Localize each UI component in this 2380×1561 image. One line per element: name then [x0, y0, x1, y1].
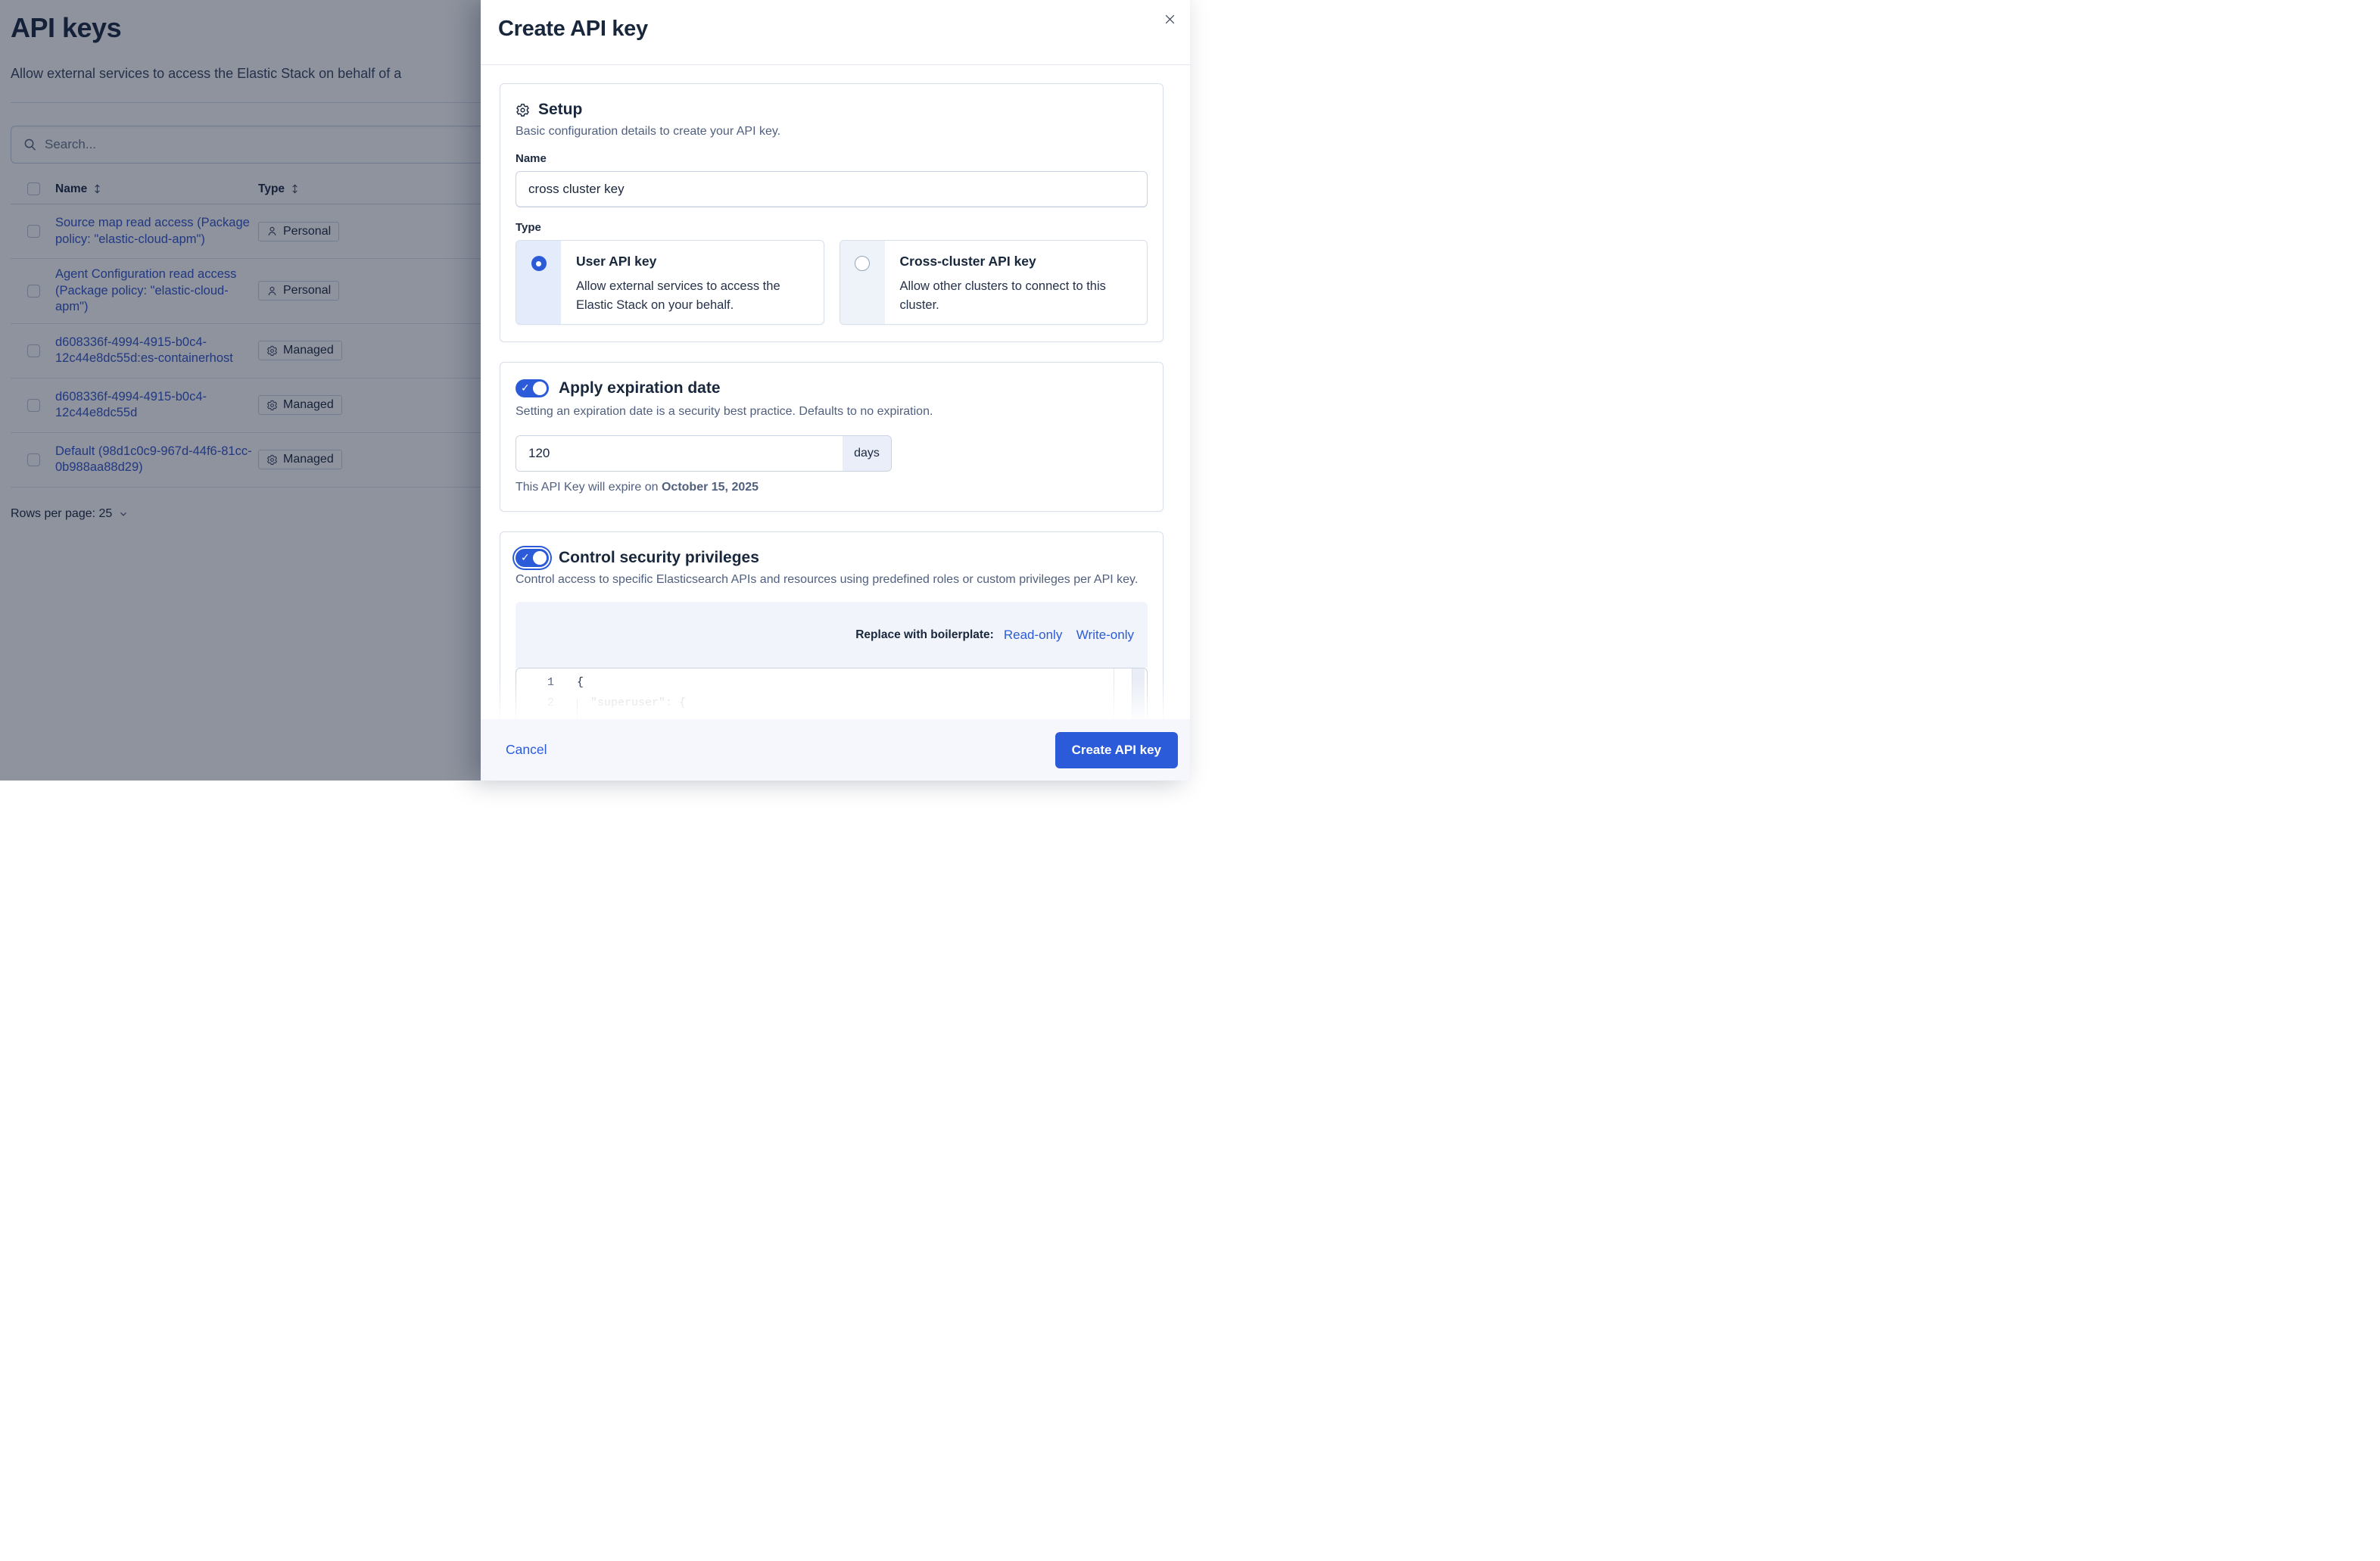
- flyout-title: Create API key: [498, 17, 1190, 42]
- type-option-description: Allow external services to access the El…: [576, 277, 808, 315]
- create-api-key-flyout: Create API key Setup Basic configuration…: [481, 0, 1190, 780]
- boilerplate-label: Replace with boilerplate:: [855, 628, 994, 642]
- type-label: Type: [516, 221, 1148, 234]
- code-text: "superuser": {: [554, 696, 686, 709]
- write-only-link[interactable]: Write-only: [1076, 628, 1134, 642]
- type-option-description: Allow other clusters to connect to this …: [900, 277, 1132, 315]
- check-icon: ✓: [521, 382, 530, 394]
- indent-guide: [577, 699, 578, 719]
- setup-heading: Setup: [538, 101, 582, 119]
- create-api-key-button[interactable]: Create API key: [1055, 732, 1178, 768]
- privileges-toggle[interactable]: ✓: [516, 549, 549, 567]
- type-option-title: User API key: [576, 254, 808, 270]
- privileges-heading: Control security privileges: [559, 549, 759, 567]
- setup-description: Basic configuration details to create yo…: [516, 125, 1148, 139]
- line-number: 2: [516, 696, 554, 709]
- editor-toolbar: Replace with boilerplate: Read-only Writ…: [516, 602, 1148, 668]
- radio-unselected-icon[interactable]: [855, 256, 870, 271]
- expiration-help-text: This API Key will expire on October 15, …: [516, 481, 1148, 494]
- type-option-user-api-key[interactable]: User API key Allow external services to …: [516, 240, 824, 325]
- read-only-link[interactable]: Read-only: [1004, 628, 1063, 642]
- name-label: Name: [516, 152, 1148, 165]
- type-option-title: Cross-cluster API key: [900, 254, 1132, 270]
- expiration-heading: Apply expiration date: [559, 379, 721, 397]
- setup-section: Setup Basic configuration details to cre…: [500, 83, 1164, 342]
- expiration-section: ✓ Apply expiration date Setting an expir…: [500, 362, 1164, 512]
- flyout-footer: Cancel Create API key: [481, 719, 1190, 780]
- role-descriptors-code-editor[interactable]: 1 { 2 "superuser": {: [516, 668, 1148, 719]
- expiration-days-field[interactable]: [516, 436, 843, 471]
- name-field[interactable]: [516, 171, 1148, 207]
- editor-scrollbar[interactable]: [1132, 668, 1145, 719]
- flyout-body: Setup Basic configuration details to cre…: [481, 65, 1190, 719]
- privileges-section: ✓ Control security privileges Control ac…: [500, 531, 1164, 719]
- days-unit-label: days: [843, 436, 891, 471]
- type-option-cross-cluster-api-key[interactable]: Cross-cluster API key Allow other cluste…: [840, 240, 1148, 325]
- close-icon[interactable]: [1158, 8, 1181, 30]
- line-number: 1: [516, 676, 554, 689]
- check-icon: ✓: [521, 551, 530, 564]
- gear-icon: [516, 103, 530, 117]
- code-text: {: [554, 676, 584, 689]
- flyout-header: Create API key: [481, 0, 1190, 65]
- expiration-description: Setting an expiration date is a security…: [516, 405, 1148, 419]
- privileges-description: Control access to specific Elasticsearch…: [516, 573, 1148, 587]
- expiration-toggle[interactable]: ✓: [516, 379, 549, 397]
- expiration-date: October 15, 2025: [662, 481, 759, 494]
- radio-selected-icon[interactable]: [531, 256, 547, 271]
- cancel-button[interactable]: Cancel: [506, 742, 547, 758]
